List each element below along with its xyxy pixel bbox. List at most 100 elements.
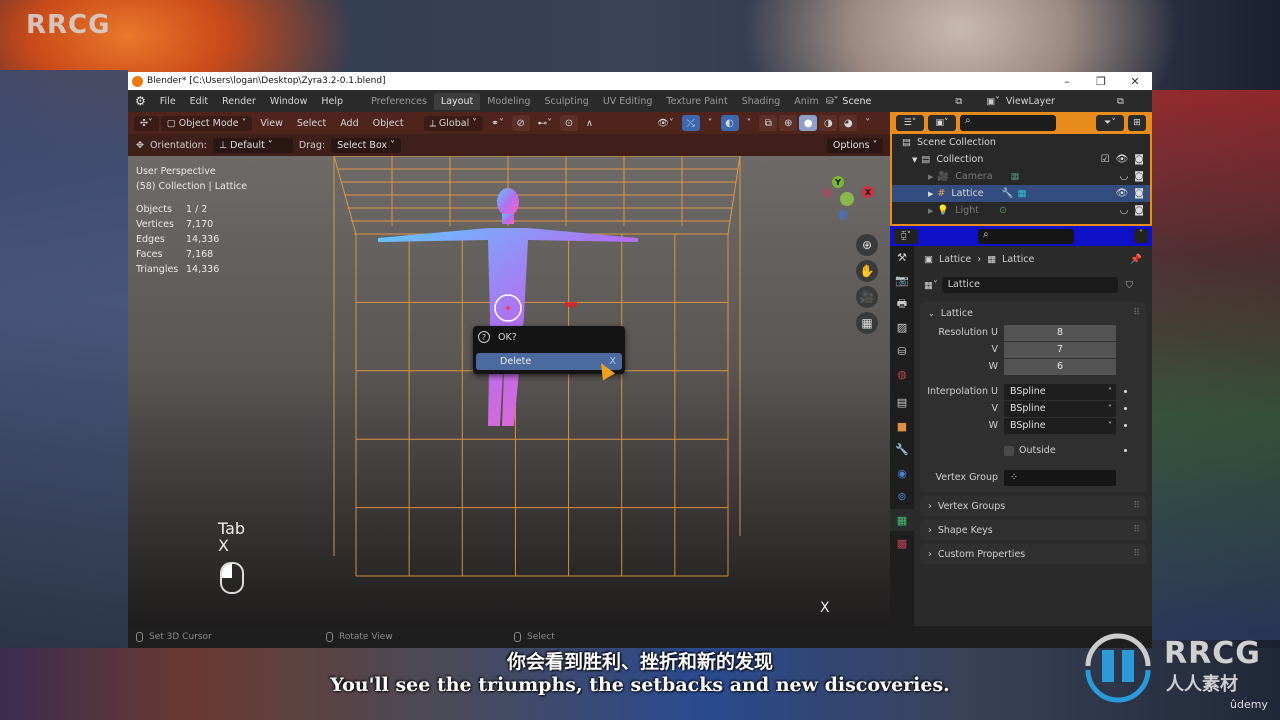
physics-tab-icon[interactable]: ◉ — [890, 462, 914, 484]
expand-arrow-icon[interactable]: ▶ — [928, 190, 933, 198]
outliner-row-camera[interactable]: ▶ 🎥 Camera ▦ ◡ ◙ — [892, 168, 1150, 185]
interpolation-u-dropdown[interactable]: BSpline ˅ — [1004, 383, 1116, 400]
menu-add[interactable]: Add — [334, 116, 364, 131]
view-layer-name[interactable]: ViewLayer — [1006, 96, 1055, 107]
drag-grip-icon[interactable]: ⠿ — [1133, 501, 1140, 511]
gizmo-x-axis[interactable]: X — [862, 186, 874, 198]
tab-texture-paint[interactable]: Texture Paint — [659, 93, 734, 110]
mode-dropdown[interactable]: ▢ Object Mode ˅ — [160, 115, 253, 131]
close-button[interactable]: ✕ — [1118, 75, 1152, 88]
outliner-filter-view-icon[interactable]: ▣˅ — [928, 115, 956, 131]
overlays-toggle-icon[interactable]: ◐ — [720, 115, 739, 131]
render-camera-icon[interactable]: ◙ — [1134, 205, 1144, 216]
resolution-w-field[interactable]: 6 — [1004, 358, 1116, 375]
datablock-name-field[interactable]: Lattice — [941, 277, 1118, 293]
world-tab-icon[interactable]: ◍ — [890, 364, 914, 386]
keyframe-dot-icon[interactable] — [1124, 424, 1127, 427]
tab-shading[interactable]: Shading — [735, 93, 788, 110]
3d-viewport[interactable]: User Perspective (58) Collection | Latti… — [128, 156, 890, 626]
editor-type-icon[interactable]: ✣˅ — [134, 115, 159, 131]
resolution-u-field[interactable]: 8 — [1004, 324, 1116, 341]
outliner-row-lattice[interactable]: ▶ # Lattice 🔧 ▦ 👁 ◙ — [892, 185, 1150, 202]
menu-render[interactable]: Render — [215, 96, 263, 107]
hidden-eye-icon[interactable]: ◡ — [1120, 205, 1129, 216]
snap-icon[interactable]: ⊘ — [511, 115, 530, 131]
drag-grip-icon[interactable]: ⠿ — [1133, 308, 1140, 318]
tab-sculpting[interactable]: Sculpting — [537, 93, 595, 110]
new-view-layer-icon[interactable]: ⧉ — [1117, 96, 1124, 107]
subpanel-custom-properties[interactable]: › Custom Properties ⠿ — [920, 544, 1146, 564]
datablock-browse-icon[interactable]: ▦˅ — [924, 280, 938, 291]
view-layer-icon[interactable]: ▣˅ — [986, 96, 1000, 107]
resolution-v-field[interactable]: 7 — [1004, 341, 1116, 358]
new-collection-icon[interactable]: ⊞ — [1128, 115, 1146, 131]
expand-arrow-icon[interactable]: ▼ — [912, 156, 917, 164]
scene-name[interactable]: Scene — [842, 96, 871, 107]
scene-selector-icon[interactable]: ⛁˅ — [826, 96, 839, 107]
outliner-row-collection[interactable]: ▼ ▤ Collection ☑ 👁 ◙ — [892, 151, 1150, 168]
constraints-tab-icon[interactable]: ⊚ — [890, 486, 914, 508]
lattice-wireframe[interactable] — [128, 156, 890, 626]
vertex-group-field[interactable]: ⁘ — [1004, 469, 1116, 486]
lattice-panel-header[interactable]: ⌄ Lattice ⠿ — [920, 302, 1146, 324]
display-mode-icon[interactable]: ☰˅ — [896, 115, 924, 131]
eye-icon[interactable]: 👁 — [1116, 154, 1129, 165]
gizmo-toggle-icon[interactable]: ⤯ — [681, 115, 700, 131]
drag-grip-icon[interactable]: ⠿ — [1133, 549, 1140, 559]
ortho-grid-icon[interactable]: ▦ — [856, 312, 878, 334]
maximize-button[interactable]: ❐ — [1084, 75, 1118, 88]
tab-modeling[interactable]: Modeling — [480, 93, 537, 110]
pan-hand-icon[interactable]: ✋ — [856, 260, 878, 282]
pivot-icon[interactable]: ⚭˅ — [485, 116, 510, 131]
render-camera-icon[interactable]: ◙ — [1134, 154, 1144, 165]
transform-orientation-dropdown[interactable]: ⟂ Global ˅ — [423, 115, 484, 131]
collapse-arrow-icon[interactable]: ⌄ — [928, 309, 935, 318]
menu-help[interactable]: Help — [314, 96, 350, 107]
drag-dropdown[interactable]: Select Box ˅ — [331, 137, 401, 153]
menu-view[interactable]: View — [254, 116, 289, 131]
proportional-edit-icon[interactable]: ⊙ — [559, 115, 578, 131]
tab-layout[interactable]: Layout — [433, 92, 481, 110]
camera-view-icon[interactable]: 🎥 — [856, 286, 878, 308]
editor-type-icon[interactable]: ⧮˅ — [894, 228, 918, 244]
visibility-icon[interactable]: 👁˅ — [651, 116, 680, 131]
checkbox-icon[interactable]: ☑ — [1101, 154, 1110, 165]
outliner-search-input[interactable]: ⌕ — [960, 115, 1056, 131]
modifiers-tab-icon[interactable]: 🔧 — [890, 439, 914, 461]
shading-wireframe-icon[interactable]: ⊕ — [779, 115, 798, 131]
object-tab-icon[interactable]: ■ — [890, 415, 914, 437]
gizmo-neg-x[interactable] — [822, 188, 832, 198]
collection-tab-icon[interactable]: ▤ — [890, 392, 914, 414]
menu-edit[interactable]: Edit — [183, 96, 215, 107]
keyframe-dot-icon[interactable] — [1124, 449, 1127, 452]
shading-solid-icon[interactable]: ● — [799, 115, 818, 131]
keyframe-dot-icon[interactable] — [1124, 390, 1127, 393]
hidden-eye-icon[interactable]: ◡ — [1120, 171, 1129, 182]
orientation-dropdown[interactable]: ⊥ Default ˅ — [212, 137, 293, 153]
options-dropdown[interactable]: Options ˅ — [826, 137, 884, 153]
eye-icon[interactable]: 👁 — [1116, 188, 1129, 199]
gizmo-dropdown[interactable]: ˅ — [702, 116, 719, 131]
pin-icon[interactable]: 📌 — [1130, 254, 1142, 265]
filter-icon[interactable]: ⏷˅ — [1096, 115, 1124, 131]
interpolation-w-dropdown[interactable]: BSpline ˅ — [1004, 417, 1116, 434]
new-scene-icon[interactable]: ⧉ — [955, 96, 962, 107]
outside-checkbox[interactable] — [1004, 445, 1014, 456]
zoom-icon[interactable]: ⊕ — [856, 234, 878, 256]
snap-target-icon[interactable]: ⊷˅ — [532, 116, 558, 131]
shading-options-dropdown[interactable]: ˅ — [859, 116, 876, 131]
lattice-data-tab-icon[interactable]: ▦ — [890, 509, 914, 531]
scene-tab-icon[interactable]: ⛁ — [890, 340, 914, 362]
tab-uv-editing[interactable]: UV Editing — [596, 93, 660, 110]
menu-select[interactable]: Select — [291, 116, 332, 131]
expand-arrow-icon[interactable]: ▶ — [928, 207, 933, 215]
shading-rendered-icon[interactable]: ◕ — [839, 115, 858, 131]
gizmo-neg-z[interactable] — [838, 210, 848, 220]
menu-object[interactable]: Object — [367, 116, 410, 131]
fake-user-shield-icon[interactable]: ⛉ — [1126, 280, 1133, 291]
output-tab-icon[interactable]: 🖶 — [890, 293, 914, 315]
subpanel-vertex-groups[interactable]: › Vertex Groups ⠿ — [920, 496, 1146, 516]
drag-grip-icon[interactable]: ⠿ — [1133, 525, 1140, 535]
interpolation-v-dropdown[interactable]: BSpline ˅ — [1004, 400, 1116, 417]
subpanel-shape-keys[interactable]: › Shape Keys ⠿ — [920, 520, 1146, 540]
